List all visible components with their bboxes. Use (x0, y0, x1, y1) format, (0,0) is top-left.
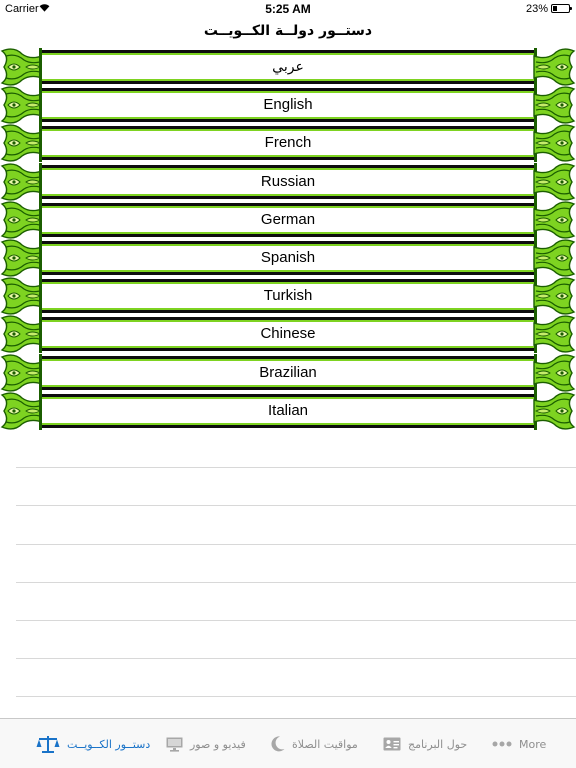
battery-percentage: 23% (525, 3, 548, 15)
language-row[interactable]: French (0, 124, 576, 163)
tab-bar: دستــور الكــويــت فيديو و صور مواقيت ال… (0, 718, 576, 768)
monitor-icon (166, 737, 183, 752)
tab-kuwait-constitution[interactable]: دستــور الكــويــت (36, 719, 150, 768)
empty-row-separator (16, 659, 576, 698)
language-label: Italian (267, 401, 309, 419)
tab-label: مواقيت الصلاة (292, 737, 358, 751)
language-label: عربي (272, 59, 304, 75)
language-row[interactable]: Russian (0, 162, 576, 201)
language-label: German (260, 210, 316, 228)
empty-row-separator (16, 545, 576, 583)
language-row[interactable]: Italian (0, 391, 576, 430)
tab-prayer-times[interactable]: مواقيت الصلاة (271, 719, 358, 768)
tab-more[interactable]: More (492, 719, 546, 768)
empty-row-separator (16, 621, 576, 660)
language-label: French (264, 134, 312, 152)
empty-table-rows (16, 430, 576, 698)
navigation-bar: دستــور دولــة الكــويــت (0, 18, 576, 46)
more-dots-icon (492, 741, 512, 747)
language-label: Spanish (260, 248, 316, 266)
empty-row-separator (16, 583, 576, 621)
language-row[interactable]: Spanish (0, 238, 576, 277)
empty-row-separator (16, 468, 576, 507)
tab-about-app[interactable]: حول البرنامج (383, 719, 467, 768)
language-label: English (263, 96, 313, 114)
battery-icon (551, 4, 572, 13)
tab-video-and-photos[interactable]: فيديو و صور (166, 719, 246, 768)
language-label: Brazilian (259, 363, 317, 381)
app-screen: Carrier 5:25 AM 23% دستــور دولــة الكــ… (0, 0, 576, 768)
language-row[interactable]: German (0, 200, 576, 239)
language-list: عربي English French Russian German Spanish Tur… (0, 48, 576, 430)
moon-icon (271, 736, 285, 752)
language-row[interactable]: English (0, 86, 576, 125)
status-bar: Carrier 5:25 AM 23% (0, 0, 576, 18)
tab-label: حول البرنامج (408, 737, 468, 751)
tab-label: More (519, 737, 547, 751)
contact-card-icon (383, 737, 401, 751)
language-label: Chinese (260, 325, 316, 343)
language-label: Russian (260, 172, 316, 190)
scales-icon (36, 736, 60, 753)
language-row[interactable]: Chinese (0, 315, 576, 354)
language-row[interactable]: Brazilian (0, 353, 576, 392)
language-label: Turkish (263, 287, 313, 305)
page-title: دستــور دولــة الكــويــت (203, 23, 373, 39)
tab-label: فيديو و صور (190, 737, 246, 751)
tab-label: دستــور الكــويــت (67, 737, 151, 751)
empty-row-separator (16, 506, 576, 545)
empty-row-separator (16, 430, 576, 469)
language-row[interactable]: Turkish (0, 277, 576, 316)
status-time: 5:25 AM (265, 2, 311, 16)
language-row[interactable]: عربي (0, 48, 576, 86)
